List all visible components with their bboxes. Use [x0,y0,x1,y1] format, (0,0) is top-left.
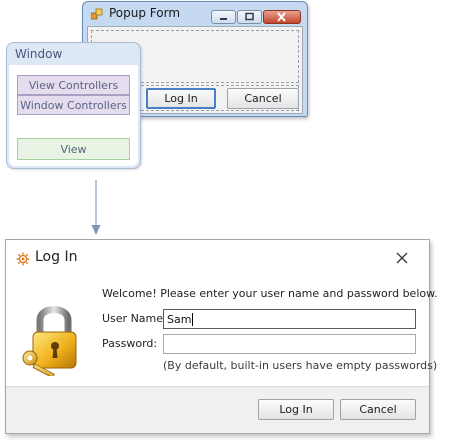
dialog-title: Log In [35,249,78,265]
login-button[interactable]: Log In [258,399,334,420]
username-input[interactable]: Sam [163,309,416,329]
arrow-down-icon [91,180,101,235]
popup-titlebar: Popup Form [83,2,307,26]
username-label: User Name: [102,312,167,325]
popup-cancel-button[interactable]: Cancel [227,88,299,109]
username-value: Sam [167,312,192,326]
window-template-panel: Window View Controllers Window Controlle… [6,42,141,169]
cancel-button[interactable]: Cancel [340,399,416,420]
text-caret [192,312,194,326]
dialog-footer: Log In Cancel [6,386,429,433]
minimize-button[interactable] [211,10,236,24]
close-icon [277,12,286,22]
close-button[interactable] [263,10,301,24]
padlock-icon [22,306,77,376]
welcome-text: Welcome! Please enter your user name and… [102,287,438,300]
close-icon[interactable] [395,251,409,265]
popup-login-button[interactable]: Log In [146,88,216,109]
password-label: Password: [102,337,158,350]
dialog-body: Welcome! Please enter your user name and… [6,274,438,386]
window-panel-title: Window [15,47,63,61]
password-hint: (By default, built-in users have empty p… [163,359,438,372]
minimize-icon [220,18,227,20]
view-controllers-box: View Controllers [17,75,130,95]
password-input[interactable] [163,334,416,354]
maximize-button[interactable] [237,10,262,24]
login-dialog: Log In Welcome! Please enter your user n… [5,239,438,434]
maximize-icon [245,12,254,21]
app-icon [91,8,103,20]
gear-icon [16,252,30,266]
view-box: View [17,138,130,160]
window-controllers-box: Window Controllers [17,95,130,115]
popup-title: Popup Form [109,6,181,20]
